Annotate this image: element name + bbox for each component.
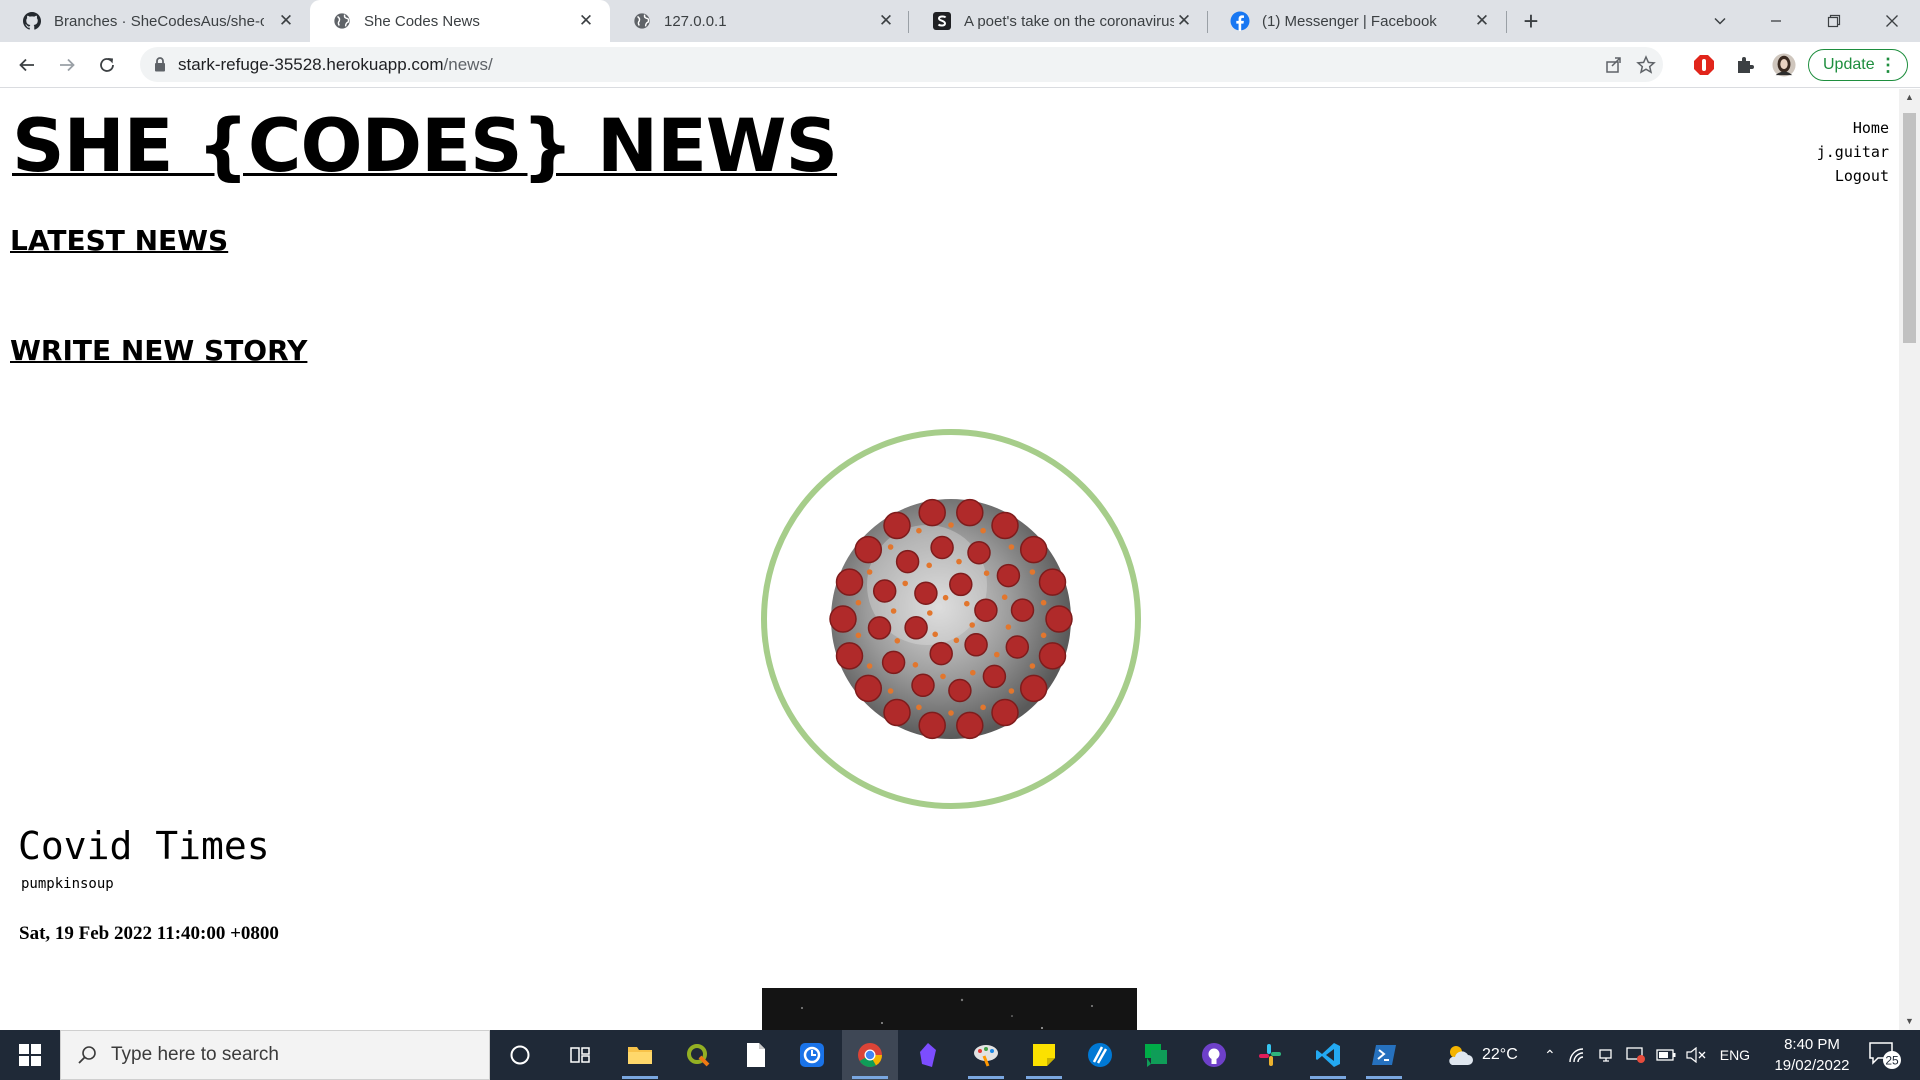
forward-arrow-icon[interactable] [50,48,84,82]
weather-widget[interactable]: 22°C [1444,1030,1518,1080]
url-host: stark-refuge-35528.herokuapp.com [178,55,444,74]
tab-she-codes-news[interactable]: She Codes News ✕ [310,0,610,42]
tab-search-chevron-icon[interactable] [1692,0,1748,42]
globe-icon [332,11,352,31]
extensions-puzzle-icon[interactable] [1733,53,1757,77]
coronavirus-image[interactable] [761,429,1141,809]
tab-title: She Codes News [364,12,480,30]
tab-github-branches[interactable]: Branches · SheCodesAus/she-cod ✕ [0,0,310,42]
vscode-icon[interactable] [1300,1030,1356,1080]
tray-icons: ⌃ ENG [1544,1030,1750,1080]
clock-time: 8:40 PM [1784,1036,1840,1053]
write-new-story-link[interactable]: WRITE NEW STORY [10,334,307,367]
show-hidden-chevron-icon[interactable]: ⌃ [1544,1047,1556,1064]
windows-start-icon[interactable] [0,1030,60,1080]
nav-logout-link[interactable]: Logout [1817,164,1889,188]
facebook-icon [1230,11,1250,31]
chrome-icon[interactable] [842,1030,898,1080]
tab-strip: Branches · SheCodesAus/she-cod ✕ She Cod… [0,0,1920,42]
scroll-down-arrow-icon[interactable]: ▼ [1899,1013,1920,1030]
update-label: Update [1823,56,1875,73]
github-desktop-icon[interactable] [1186,1030,1242,1080]
user-nav: Home j.guitar Logout [1817,116,1889,188]
tab-title: A poet's take on the coronavirus [964,12,1174,30]
substack-icon [932,11,952,31]
notification-count: 25 [1885,1054,1899,1068]
weather-temp: 22°C [1482,1046,1518,1063]
tab-separator [1506,11,1507,33]
back-arrow-icon[interactable] [10,48,44,82]
scrollbar-thumb[interactable] [1903,113,1916,343]
browser-toolbar: stark-refuge-35528.herokuapp.com/news/ U… [0,42,1920,88]
hangouts-chat-icon[interactable] [1128,1030,1184,1080]
close-window-icon[interactable] [1864,0,1920,42]
sticky-notes-icon[interactable] [1016,1030,1072,1080]
network-icon[interactable] [1568,1047,1586,1063]
app-stripes-icon[interactable] [1072,1030,1128,1080]
cortana-icon[interactable] [492,1030,548,1080]
scroll-up-arrow-icon[interactable]: ▲ [1899,89,1920,106]
tab-messenger-facebook[interactable]: (1) Messenger | Facebook ✕ [1208,0,1506,42]
profile-avatar[interactable] [1772,53,1796,77]
taskbar-search-box[interactable]: Type here to search [60,1030,490,1080]
sync-app-icon[interactable] [784,1030,840,1080]
adblock-extension-icon[interactable] [1692,53,1716,77]
story-date: Sat, 19 Feb 2022 11:40:00 +0800 [19,923,279,944]
task-view-icon[interactable] [552,1030,608,1080]
story-author: pumpkinsoup [21,876,114,892]
next-story-image[interactable] [762,988,1137,1030]
close-icon[interactable]: ✕ [576,11,596,31]
url-text: stark-refuge-35528.herokuapp.com/news/ [178,55,493,75]
tab-title: 127.0.0.1 [664,12,727,30]
lock-icon[interactable] [154,57,166,77]
new-tab-button[interactable]: + [1518,8,1544,34]
battery-icon[interactable] [1656,1049,1676,1061]
tab-localhost[interactable]: 127.0.0.1 ✕ [610,0,910,42]
more-menu-icon[interactable]: ⋮ [1879,56,1897,74]
clock-date: 19/02/2022 [1774,1057,1850,1074]
page-viewport: SHE {CODES} NEWS Home j.guitar Logout LA… [0,89,1899,1030]
bookmark-star-icon[interactable] [1635,54,1657,76]
close-icon[interactable]: ✕ [1174,11,1194,31]
display-icon[interactable] [1626,1046,1646,1064]
tab-poet-coronavirus[interactable]: A poet's take on the coronavirus ✕ [910,0,1208,42]
nav-user-link[interactable]: j.guitar [1817,140,1889,164]
github-icon [22,11,42,31]
url-path: /news/ [443,55,493,74]
tab-title: Branches · SheCodesAus/she-cod [54,12,264,30]
windows-taskbar: Type here to search 22°C ⌃ ENG 8:40 PM 1… [0,1030,1920,1080]
share-icon[interactable] [1603,54,1625,76]
weather-cloud-sun-icon [1444,1043,1474,1067]
language-indicator[interactable]: ENG [1720,1047,1750,1063]
update-button[interactable]: Update ⋮ [1808,49,1908,81]
close-icon[interactable]: ✕ [1472,11,1492,31]
meeting-camera-icon[interactable] [1598,1047,1614,1063]
notification-center-icon[interactable]: 25 [1868,1040,1902,1075]
paint-app-icon[interactable] [958,1030,1014,1080]
volume-muted-icon[interactable] [1686,1047,1706,1063]
taskbar-clock[interactable]: 8:40 PM 19/02/2022 [1764,1034,1860,1076]
latest-news-link[interactable]: LATEST NEWS [10,224,228,257]
notepad-file-icon[interactable] [728,1030,784,1080]
obsidian-icon[interactable] [900,1030,956,1080]
nav-home-link[interactable]: Home [1817,116,1889,140]
story-title[interactable]: Covid Times [18,824,270,868]
globe-icon [632,11,652,31]
slack-icon[interactable] [1242,1030,1298,1080]
address-bar[interactable]: stark-refuge-35528.herokuapp.com/news/ [140,47,1663,82]
page-scrollbar[interactable]: ▲ ▼ [1899,89,1920,1030]
restore-icon[interactable] [1806,0,1862,42]
minimize-icon[interactable] [1748,0,1804,42]
search-icon [77,1045,97,1065]
tab-separator [908,11,909,33]
qgis-icon[interactable] [670,1030,726,1080]
site-title-link[interactable]: SHE {CODES} NEWS [12,106,838,187]
search-placeholder: Type here to search [111,1044,279,1065]
powershell-icon[interactable] [1356,1030,1412,1080]
tab-title: (1) Messenger | Facebook [1262,12,1437,30]
close-icon[interactable]: ✕ [876,11,896,31]
reload-icon[interactable] [90,48,124,82]
close-icon[interactable]: ✕ [276,11,296,31]
file-explorer-icon[interactable] [612,1030,668,1080]
